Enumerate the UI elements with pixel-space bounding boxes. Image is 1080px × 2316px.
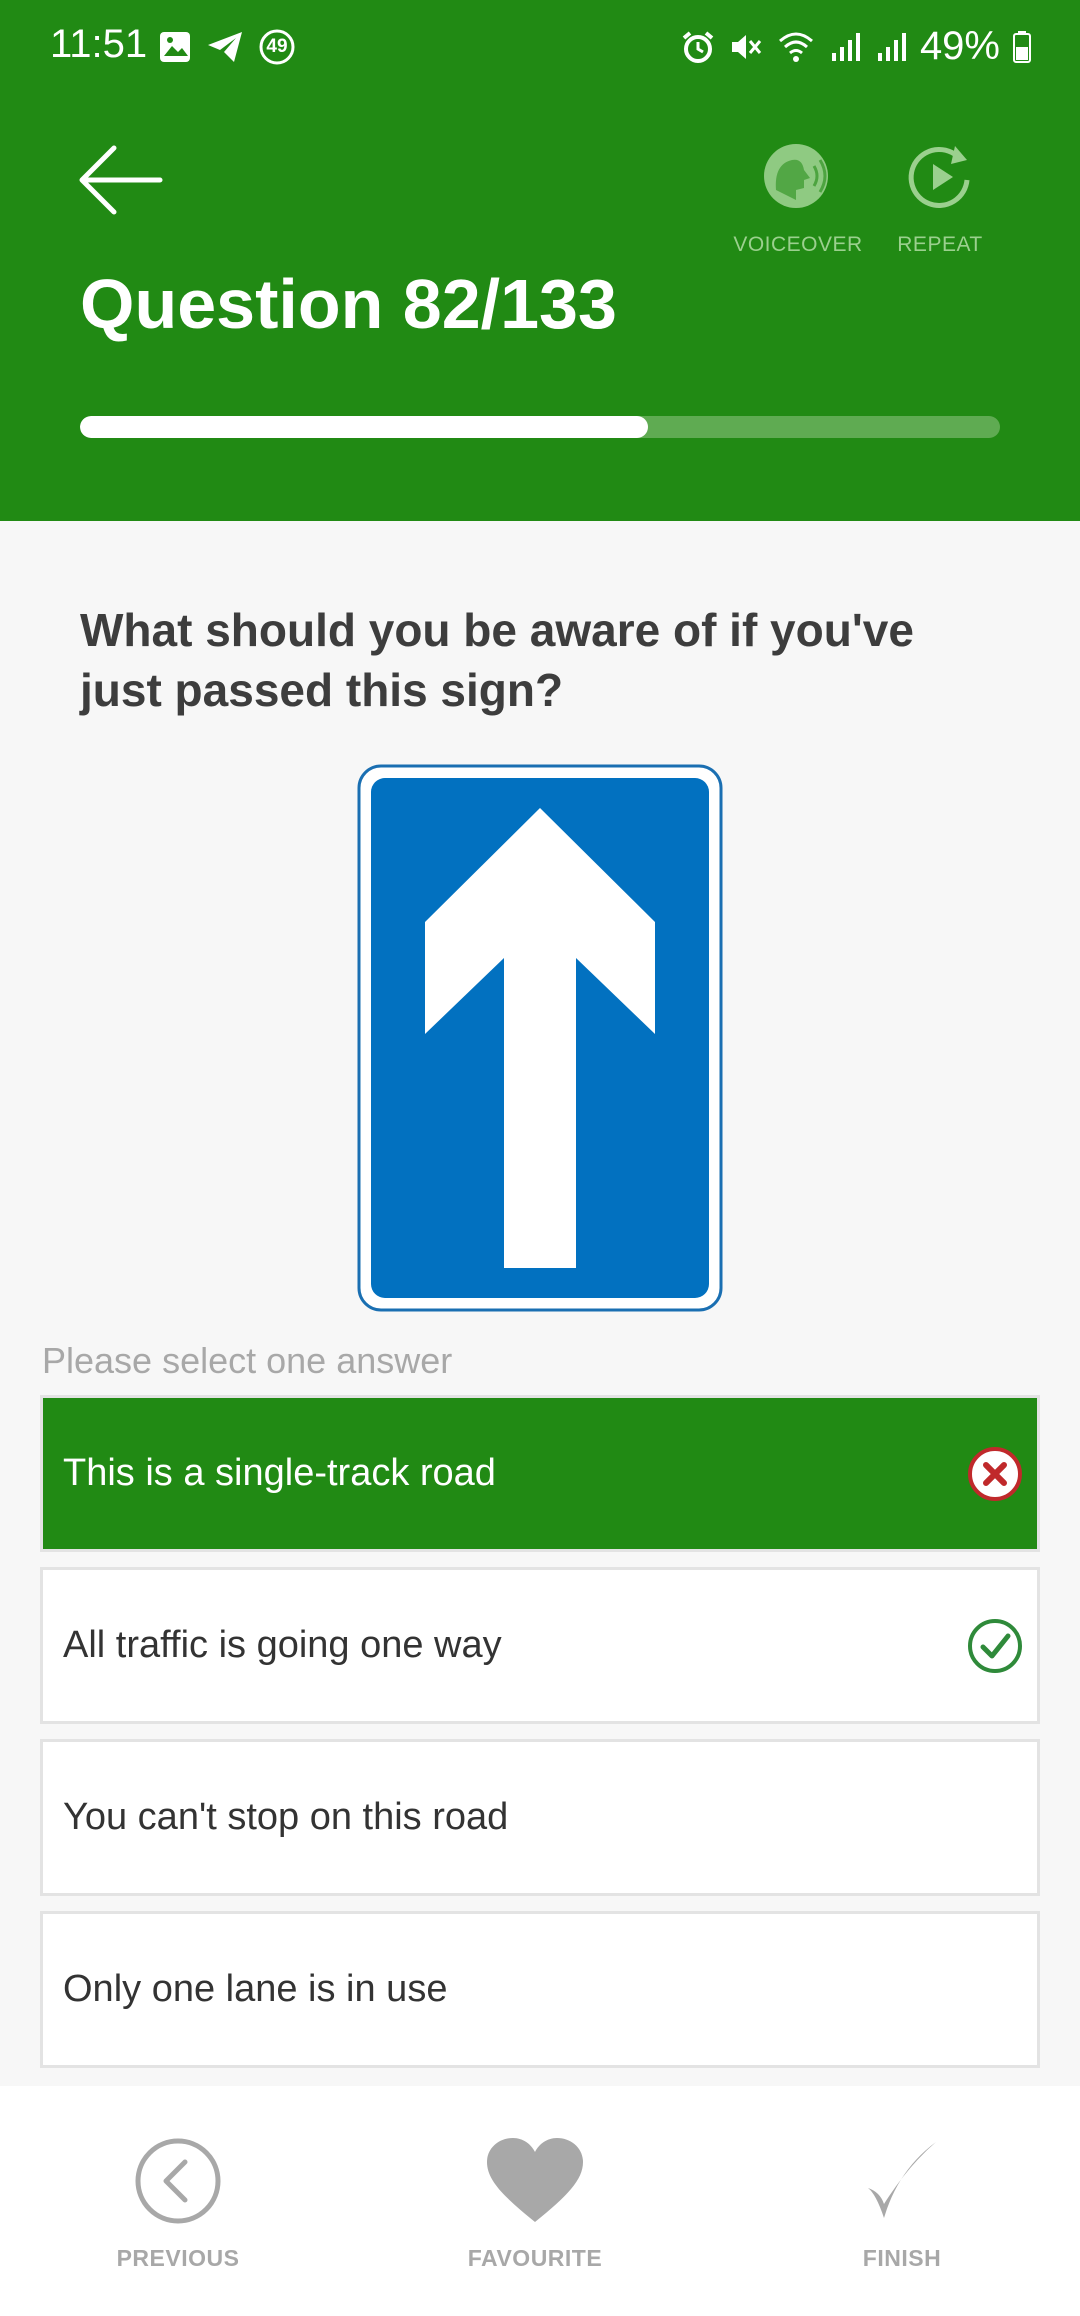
answer-option-1[interactable]: This is a single-track road — [40, 1395, 1040, 1552]
battery-percent: 49% — [919, 24, 1000, 68]
replay-icon — [908, 146, 970, 208]
arrow-left-icon — [79, 145, 163, 215]
signal-icon — [831, 32, 860, 61]
answer-text: You can't stop on this road — [63, 1796, 509, 1838]
answer-option-2[interactable]: All traffic is going one way — [40, 1567, 1040, 1724]
repeat-label: REPEAT — [897, 233, 983, 256]
previous-label: PREVIOUS — [116, 2245, 240, 2271]
repeat-button[interactable]: REPEAT — [880, 142, 1000, 257]
finish-button[interactable]: FINISH — [838, 2136, 966, 2272]
correct-answer-icon — [968, 1618, 1022, 1673]
bottom-navigation: PREVIOUS FAVOURITE FINISH — [0, 2086, 1080, 2316]
wifi-icon — [778, 32, 813, 62]
one-way-traffic-sign — [357, 764, 723, 1312]
header: 11:51 49 49% VOICEOVER REPEAT Question 8… — [0, 0, 1080, 521]
favourite-label: FAVOURITE — [467, 2245, 603, 2271]
notification-badge: 49 — [258, 28, 296, 66]
voiceover-label: VOICEOVER — [733, 233, 863, 256]
alarm-icon — [682, 30, 714, 63]
heart-icon — [487, 2138, 583, 2222]
answer-text: This is a single-track road — [63, 1452, 496, 1494]
telegram-icon — [208, 32, 242, 62]
favourite-button[interactable]: FAVOURITE — [455, 2136, 615, 2272]
previous-button[interactable]: PREVIOUS — [100, 2136, 256, 2272]
status-bar: 11:51 49 49% — [0, 0, 1080, 96]
progress-fill — [80, 416, 648, 438]
gallery-icon — [160, 32, 190, 62]
question-progress-bar — [80, 416, 1000, 438]
signal-icon — [877, 32, 906, 61]
answer-text: Only one lane is in use — [63, 1968, 448, 2010]
mute-icon — [731, 34, 762, 59]
back-button[interactable] — [74, 140, 170, 220]
finish-label: FINISH — [862, 2245, 942, 2271]
wrong-answer-icon — [968, 1446, 1022, 1501]
battery-icon — [1013, 30, 1031, 63]
chevron-left-circle-icon — [135, 2138, 221, 2224]
voiceover-button[interactable]: VOICEOVER — [730, 142, 866, 257]
answer-list: This is a single-track road All traffic … — [40, 1395, 1040, 2083]
answer-option-4[interactable]: Only one lane is in use — [40, 1911, 1040, 2068]
checkmark-icon — [868, 2142, 936, 2218]
answer-text: All traffic is going one way — [63, 1624, 502, 1666]
question-counter: Question 82/133 — [80, 265, 617, 343]
answer-instruction: Please select one answer — [42, 1340, 453, 1381]
voiceover-icon — [764, 144, 828, 208]
question-text: What should you be aware of if you've ju… — [80, 604, 914, 716]
status-time: 11:51 — [50, 22, 148, 66]
answer-option-3[interactable]: You can't stop on this road — [40, 1739, 1040, 1896]
